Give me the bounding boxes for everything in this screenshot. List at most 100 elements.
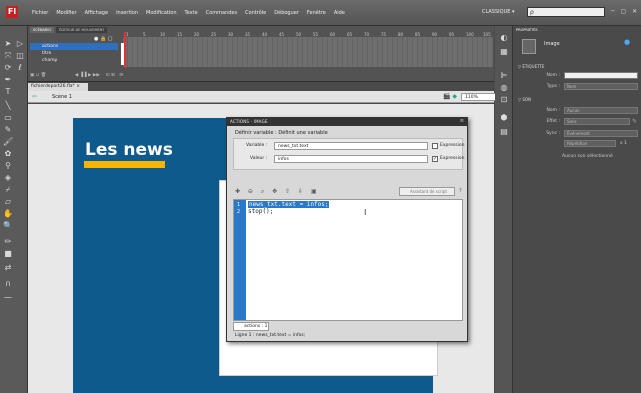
section-etiquette[interactable]: ▽ ÉTIQUETTE [518,64,544,69]
action-description: Définir variable : Définit une variable [235,130,328,136]
sound-name-select[interactable]: Aucun [564,107,638,114]
scene-label: Scène 1 [52,94,73,100]
window-controls[interactable]: ─ ▢ ✕ [611,8,639,15]
hand-tool-icon[interactable]: ✋ [3,210,13,218]
actions-frame-tab[interactable]: actions : 1 [233,322,269,331]
menu-item-5[interactable]: Texte [185,10,198,16]
tools-panel: ➤ ▷ ⤧ ◫ ⟳ ℓ ✒ T ╲ ▭ ✎ 🖌 ✿ ⚲ ◈ ⌿ ▱ ✋ 🔍 ✏ … [0,26,28,393]
layer-champ[interactable]: champ [30,57,118,64]
panel-icon-strip: ◐ ▦ ⊫ ◍ ⊡ ⬢ ▤ [495,26,513,393]
subselection-tool-icon[interactable]: ▷ [15,40,25,48]
repeat-count[interactable]: x 1 [620,141,627,146]
code-line[interactable]: stop(); [248,208,273,215]
menu-item-0[interactable]: Fichier [32,10,48,16]
pencil-tool-icon[interactable]: ✎ [3,126,13,134]
section-label: SON [522,97,532,102]
gradient-transform-icon[interactable]: ◫ [15,52,25,60]
components-icon[interactable]: ⬢ [499,114,509,122]
smooth-icon[interactable]: ⁓ [3,294,13,302]
section-son[interactable]: ▽ SON [518,97,531,102]
menu-item-3[interactable]: Insertion [116,10,138,16]
script-editor[interactable]: 1 2 news_txt.text = infos; stop(); I [233,199,463,321]
help-search-input[interactable]: ρ [527,7,605,17]
3d-rotation-icon[interactable]: ⟳ [3,64,13,72]
edit-pencil-icon[interactable]: ✎ [632,118,637,125]
expression-checkbox-2[interactable]: ✓ [432,156,438,162]
variable-input[interactable]: news_txt.text [274,142,428,150]
align-icon[interactable]: ⊫ [499,72,509,80]
timeline-footer-icons[interactable]: ▣ ⊔ 🗑 ◀ ▐▐ ▶ ▶▶ ⊡ ⊞ ⊟ [30,72,123,78]
frame-name-input[interactable] [564,72,638,79]
menu-item-4[interactable]: Modification [146,10,176,16]
snap-icon[interactable]: ∩ [3,280,13,288]
text-cursor-icon: I [364,208,367,217]
actions-status-line: Ligne 1 : news_txt.text = infos; [235,333,306,338]
properties-tab[interactable]: PROPRIÉTÉS [516,28,538,32]
playhead[interactable] [124,32,126,68]
info-icon[interactable]: ◍ [499,84,509,92]
text-tool-icon[interactable]: T [3,88,13,96]
swatches-icon[interactable]: ▦ [499,48,509,56]
document-tab[interactable]: fichierdepart26.fla* × [28,83,88,91]
code-line[interactable]: news_txt.text = infos; [248,201,330,208]
selection-tool-icon[interactable]: ➤ [3,40,13,48]
menu-item-10[interactable]: Aide [334,10,345,16]
sync-label: Sync : [546,131,560,136]
actions-toolbar[interactable]: ✚ ⊖ ⌕ ✥ ⇧ ⇩ ▣ [235,188,320,196]
free-transform-icon[interactable]: ⤧ [3,52,13,60]
help-icon[interactable]: ● [624,38,630,46]
tab-motion-editor[interactable]: ÉDITEUR DE MOUVEMENT [56,27,108,33]
transform-icon[interactable]: ⊡ [499,96,509,104]
repeat-select[interactable]: Répétition [564,140,616,147]
swap-colors-icon[interactable]: ⇄ [3,264,13,272]
actions-panel-header[interactable]: ACTIONS - IMAGE ≡ [227,118,467,126]
menu-item-8[interactable]: Déboguer [274,10,299,16]
line-tool-icon[interactable]: ╲ [3,102,13,110]
layer-name: titre [42,51,52,56]
layer-actions[interactable]: actions [30,43,118,50]
variable-label: Variable : [246,143,268,148]
expression-checkbox-1[interactable] [432,143,438,149]
effect-select[interactable]: Sans [564,118,630,125]
layer-header-icons[interactable]: ● 🔒 ▢ [94,36,113,42]
paint-bucket-icon[interactable]: ◈ [3,174,13,182]
menu-item-1[interactable]: Modifier [56,10,76,16]
lasso-icon[interactable]: ℓ [15,64,25,72]
name-label: Nom : [546,73,560,78]
back-arrow-icon[interactable]: ⇦ [32,93,37,100]
pen-tool-icon[interactable]: ✒ [3,76,13,84]
menu-item-2[interactable]: Affichage [85,10,109,16]
expression-label-1: Expression [440,143,465,148]
menu-item-9[interactable]: Fenêtre [307,10,326,16]
library-icon[interactable]: ▤ [499,128,509,136]
eyedropper-icon[interactable]: ⌿ [3,186,13,194]
script-assist-button[interactable]: Assistant de script [399,187,455,196]
eraser-icon[interactable]: ▱ [3,198,13,206]
timeline-panel: SCÉNARIO ÉDITEUR DE MOUVEMENT ● 🔒 ▢ 1 5 10… [28,26,494,82]
edit-symbol-icons[interactable]: 🎬 ◆ [443,93,457,100]
stroke-color-icon[interactable]: ✏ [3,238,13,246]
bone-tool-icon[interactable]: ⚲ [3,162,13,170]
layer-list: actions titre champ [30,43,118,64]
brush-tool-icon[interactable]: 🖌 [3,138,13,146]
help-icon[interactable]: ? [459,188,462,194]
menu-item-6[interactable]: Commandes [206,10,237,16]
deco-tool-icon[interactable]: ✿ [3,150,13,158]
layer-titre[interactable]: titre [30,50,118,57]
timeline-tabs: SCÉNARIO ÉDITEUR DE MOUVEMENT [30,27,108,33]
menu-item-7[interactable]: Contrôle [245,10,266,16]
properties-type: Image [544,41,560,47]
frames-grid[interactable] [123,37,493,67]
fill-color-icon[interactable]: ■ [3,250,13,258]
panel-menu-icon[interactable]: ≡ [460,118,464,124]
value-input[interactable]: infos [274,155,428,163]
frame-type-select[interactable]: Nom [564,83,638,90]
actions-panel: ACTIONS - IMAGE ≡ Définir variable : Déf… [226,117,468,342]
tab-scenario[interactable]: SCÉNARIO [30,27,55,33]
color-panel-icon[interactable]: ◐ [499,34,509,42]
workspace-switcher[interactable]: CLASSIQUE ▾ [482,9,515,15]
zoom-tool-icon[interactable]: 🔍 [3,222,13,230]
sync-select[interactable]: Événement [564,130,638,137]
stage-title-text[interactable]: Les news [85,140,173,160]
rectangle-tool-icon[interactable]: ▭ [3,114,13,122]
